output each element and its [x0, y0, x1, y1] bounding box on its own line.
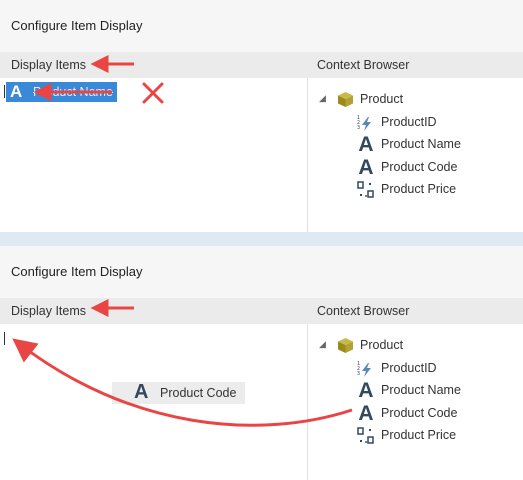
context-browser-pane[interactable]: ◢ Product 1 2 3 ProductID A Product Name… — [308, 78, 523, 232]
decimal-field-icon — [356, 426, 376, 446]
text-field-icon: A — [358, 379, 374, 402]
tree-item-product-code[interactable]: A Product Code — [356, 402, 516, 425]
drag-ghost-item[interactable]: A Product Code — [112, 381, 245, 404]
numeric-id-icon: 1 2 3 — [356, 359, 376, 379]
tree-item-label: ProductID — [381, 115, 437, 129]
tree-item-label: Product Code — [381, 160, 458, 174]
column-headers: Display Items Context Browser — [0, 52, 523, 78]
panel-title: Configure Item Display — [0, 0, 523, 52]
context-browser-pane[interactable]: ◢ Product 1 2 3 ProductID A Product Name… — [308, 324, 523, 480]
tree-item-product-name[interactable]: A Product Name — [356, 133, 516, 156]
text-caret — [4, 85, 5, 98]
numeric-id-icon: 1 2 3 — [356, 113, 376, 133]
display-items-header: Display Items — [11, 304, 87, 318]
text-caret — [4, 332, 5, 345]
text-field-icon: A — [10, 82, 23, 101]
column-headers: Display Items Context Browser — [0, 298, 523, 324]
display-item-label: Product Name — [33, 85, 113, 99]
text-field-icon: A — [358, 156, 374, 179]
tree-item-label: Product Name — [381, 137, 461, 151]
decimal-field-icon — [356, 180, 376, 200]
tree-item-productid[interactable]: 1 2 3 ProductID — [356, 359, 516, 379]
text-field-icon: A — [358, 402, 374, 425]
svg-text:3: 3 — [357, 371, 360, 377]
tree-item-label: Product Code — [381, 406, 458, 420]
context-browser-header: Context Browser — [317, 58, 410, 72]
tree-item-label: ProductID — [381, 361, 437, 375]
expand-arrow-icon[interactable]: ◢ — [319, 93, 326, 104]
tree-root-label: Product — [360, 338, 404, 352]
panel-title: Configure Item Display — [0, 246, 523, 298]
display-items-header: Display Items — [11, 58, 87, 72]
tree-item-product-code[interactable]: A Product Code — [356, 156, 516, 179]
drag-ghost-label: Product Code — [160, 386, 237, 400]
tree-item-product-name[interactable]: A Product Name — [356, 379, 516, 402]
cube-icon — [337, 91, 354, 111]
tree-item-label: Product Price — [381, 428, 457, 442]
text-field-icon: A — [134, 381, 149, 403]
text-field-icon: A — [358, 133, 374, 156]
context-browser-header: Context Browser — [317, 304, 410, 318]
tree-root-label: Product — [360, 92, 404, 106]
display-item-selected[interactable]: A Product Name — [6, 82, 117, 102]
tree-item-product-price[interactable]: Product Price — [356, 426, 516, 446]
cube-icon — [337, 337, 354, 357]
tree-item-product-price[interactable]: Product Price — [356, 180, 516, 200]
display-items-pane[interactable]: A Product Name — [0, 78, 307, 232]
tree-item-label: Product Name — [381, 383, 461, 397]
svg-text:3: 3 — [357, 125, 360, 131]
configure-panel-bottom: Configure Item Display Display Items Con… — [0, 246, 523, 480]
tree-item-productid[interactable]: 1 2 3 ProductID — [356, 113, 516, 133]
configure-panel-top: Configure Item Display Display Items Con… — [0, 0, 523, 232]
display-items-pane[interactable]: A Product Code — [0, 324, 307, 480]
expand-arrow-icon[interactable]: ◢ — [319, 339, 326, 350]
tree-item-label: Product Price — [381, 182, 457, 196]
